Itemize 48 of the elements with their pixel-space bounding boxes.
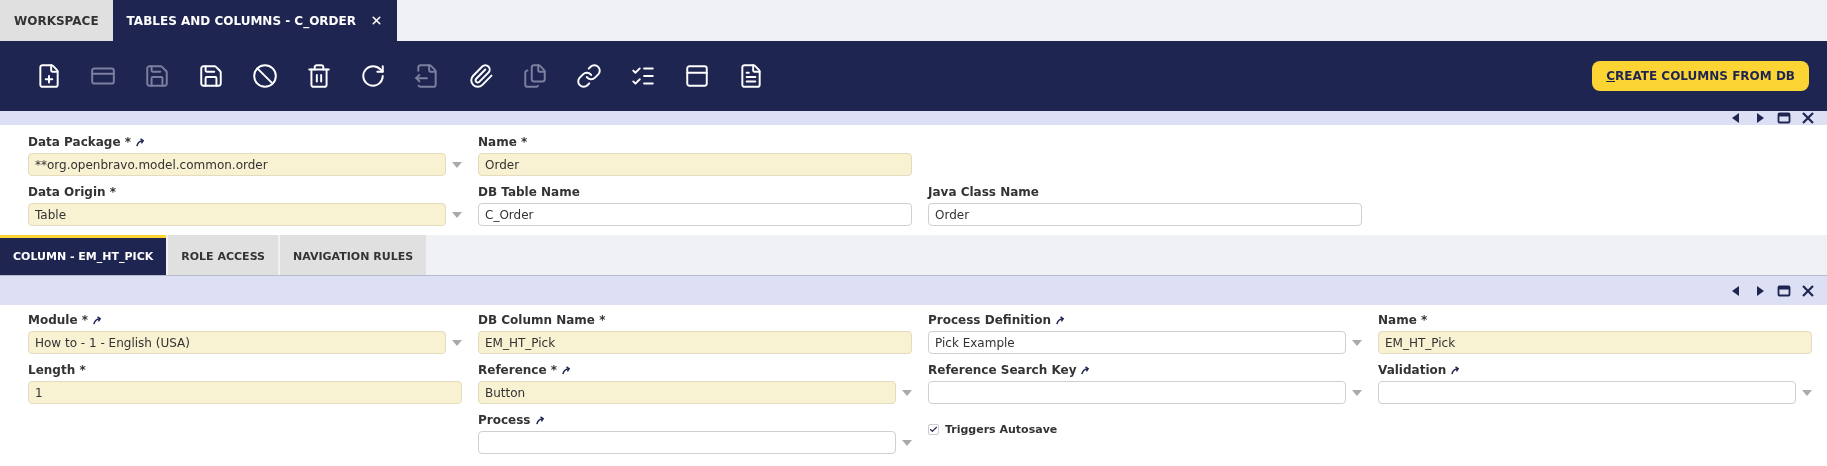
maximize-icon[interactable] [1777,111,1791,125]
input-field[interactable]: 1 [28,381,462,404]
link-arrow-icon[interactable] [93,315,103,325]
close-icon[interactable] [1801,111,1815,125]
link-arrow-icon[interactable] [1451,365,1461,375]
dropdown-field[interactable] [928,381,1346,404]
field-label: Validation [1378,363,1447,377]
subtab[interactable]: NAVIGATION RULES [280,235,427,275]
field-label: Module * [28,313,89,327]
field-label: Reference * [478,363,558,377]
checkbox-label: Triggers Autosave [945,423,1058,436]
link-arrow-icon[interactable] [1081,365,1091,375]
field-label: Java Class Name [928,185,1039,199]
subtab[interactable]: ROLE ACCESS [168,235,278,275]
input-field[interactable]: Order [928,203,1362,226]
field-label: DB Table Name [478,185,580,199]
field-label: DB Column Name * [478,313,606,327]
maximize-icon[interactable] [1777,283,1791,298]
link-arrow-icon[interactable] [562,365,572,375]
window-tab[interactable]: WORKSPACE [0,0,113,41]
dropdown-field[interactable]: Pick Example [928,331,1346,354]
field-label: Process [478,413,531,427]
dropdown-field[interactable]: How to - 1 - English (USA) [28,331,446,354]
field-label: Name * [1378,313,1428,327]
dropdown-field[interactable]: **org.openbravo.model.common.order [28,153,446,176]
link-arrow-icon[interactable] [136,137,145,147]
field-label: Reference Search Key [928,363,1077,377]
field-label: Process Definition [928,313,1051,327]
subtab[interactable]: COLUMN - EM_HT_PICK [0,235,167,275]
checkbox[interactable] [928,424,939,435]
link-arrow-icon[interactable] [535,415,545,425]
field-label: Name * [478,135,528,149]
dropdown-field[interactable]: Button [478,381,896,404]
field-label: Length * [28,363,86,377]
close-icon[interactable] [1801,283,1815,298]
dropdown-field[interactable] [478,431,896,454]
input-field[interactable]: EM_HT_Pick [1378,331,1812,354]
input-field[interactable]: EM_HT_Pick [478,331,912,354]
dropdown-field[interactable]: Table [28,203,446,226]
create-columns-button[interactable]: CREATE COLUMNS FROM DB [1592,61,1809,91]
window-tab[interactable]: TABLES AND COLUMNS - C_ORDER [112,0,397,41]
close-icon[interactable] [370,14,383,27]
field-label: Data Origin * [28,185,116,199]
link-arrow-icon[interactable] [1055,315,1065,325]
input-field[interactable]: Order [478,153,912,176]
input-field[interactable]: C_Order [478,203,912,226]
field-label: Data Package * [28,135,131,149]
dropdown-field[interactable] [1378,381,1796,404]
